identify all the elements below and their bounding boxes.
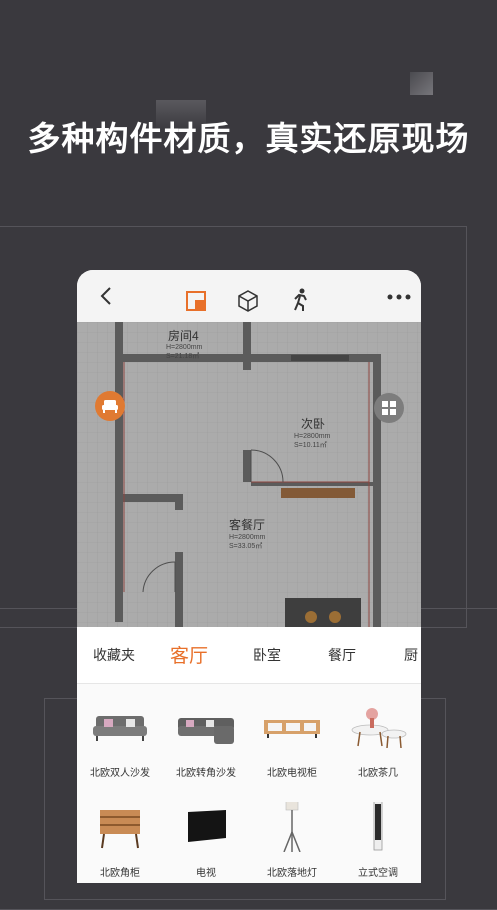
plan-overlay: [77, 322, 421, 632]
tab-favorites[interactable]: 收藏夹: [93, 645, 135, 665]
furniture-item-label: 电视: [196, 868, 216, 879]
room-area-room4: S=21.18㎡: [166, 353, 200, 360]
furniture-item-label: 北欧电视柜: [267, 768, 317, 779]
furniture-item-label: 北欧落地灯: [267, 868, 317, 879]
furniture-item[interactable]: 北欧落地灯: [249, 784, 335, 883]
furniture-grid: 北欧双人沙发 北欧转角沙发 北欧电视柜 北欧茶几 北欧角柜 电视 北欧落地灯 立…: [77, 684, 421, 883]
room-label-room4: 房间4: [168, 329, 199, 343]
room-area-living-dining: S=33.05㎡: [229, 543, 263, 550]
furniture-item-label: 北欧转角沙发: [176, 768, 236, 779]
sofa-icon: [93, 716, 147, 741]
corner-sofa-icon: [178, 718, 234, 744]
tab-bedroom[interactable]: 卧室: [253, 645, 281, 665]
furniture-item[interactable]: 电视: [163, 784, 249, 883]
corner-cabinet-icon: [100, 810, 140, 849]
furniture-item[interactable]: 北欧角柜: [77, 784, 163, 883]
grid-icon: [382, 401, 396, 415]
furniture-item-label: 北欧双人沙发: [90, 768, 150, 779]
furniture-item[interactable]: 北欧茶几: [335, 684, 421, 784]
furniture-item-label: 北欧茶几: [358, 768, 398, 779]
room-height-living-dining: H=2800mm: [229, 534, 266, 541]
tab-kitchen[interactable]: 厨: [404, 645, 418, 665]
tab-living-room[interactable]: 客厅: [170, 641, 208, 668]
armchair-icon: [102, 400, 118, 413]
furniture-item[interactable]: 立式空调: [335, 784, 421, 883]
tab-dining[interactable]: 餐厅: [328, 645, 356, 665]
furniture-panel: 收藏夹 客厅 卧室 餐厅 厨 北欧双人沙发 北欧转角沙发 北欧电视柜 北欧茶几 …: [77, 627, 421, 883]
furniture-item-label: 北欧角柜: [100, 868, 140, 879]
furniture-library-button[interactable]: [95, 391, 125, 421]
room-area-second-bedroom: S=10.11㎡: [294, 442, 327, 449]
tv-icon: [188, 810, 226, 842]
top-toolbar: [77, 270, 421, 322]
tv-cabinet-icon: [264, 720, 320, 738]
headline: 多种构件材质，真实还原现场: [27, 119, 470, 158]
room-label-living-dining: 客餐厅: [229, 518, 266, 532]
room-label-second-bedroom: 次卧: [301, 417, 326, 431]
app-screen: 房间4 H=2800mm S=21.18㎡ 次卧 H=2800mm S=10.1…: [77, 270, 421, 883]
furniture-item[interactable]: 北欧电视柜: [249, 684, 335, 784]
room-height-room4: H=2800mm: [166, 344, 203, 351]
view-3d-icon[interactable]: [237, 290, 259, 312]
walkthrough-icon[interactable]: [290, 288, 310, 312]
furniture-item[interactable]: 北欧双人沙发: [77, 684, 163, 784]
furniture-item-label: 立式空调: [358, 868, 398, 879]
floor-plan-canvas[interactable]: 房间4 H=2800mm S=21.18㎡ 次卧 H=2800mm S=10.1…: [77, 322, 421, 632]
decorative-square: [410, 72, 433, 95]
more-icon[interactable]: [387, 292, 411, 302]
coffee-table-icon: [351, 708, 407, 749]
air-conditioner-icon: [373, 802, 383, 851]
floorplan-2d-icon[interactable]: [186, 291, 206, 311]
room-height-second-bedroom: H=2800mm: [294, 433, 331, 440]
furniture-item[interactable]: 北欧转角沙发: [163, 684, 249, 784]
floor-lamp-icon: [283, 802, 301, 852]
layout-grid-button[interactable]: [374, 393, 404, 423]
back-icon[interactable]: [97, 286, 117, 306]
category-tabs: 收藏夹 客厅 卧室 餐厅 厨: [77, 627, 421, 684]
